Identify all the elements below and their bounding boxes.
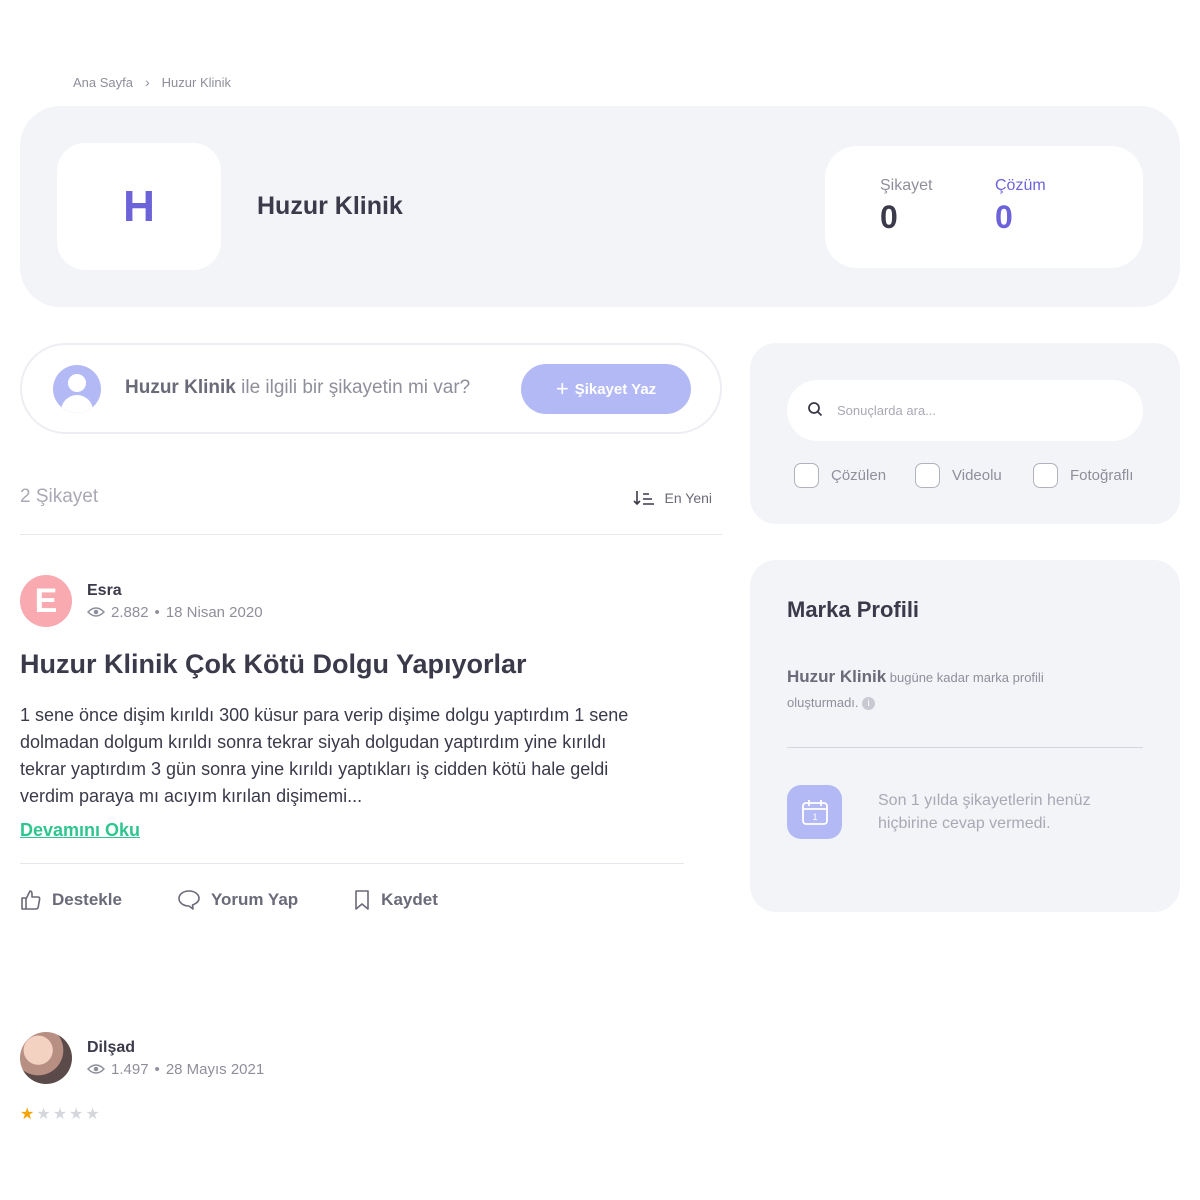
thumbs-up-icon (21, 890, 41, 910)
support-label: Destekle (52, 890, 122, 909)
comment-label: Yorum Yap (210, 890, 299, 909)
eye-icon (87, 1064, 105, 1074)
filter-video[interactable]: Videolu (915, 463, 1033, 488)
complaint-stat-label: Şikayet (880, 177, 933, 194)
complaint-stat-value: 0 (880, 199, 898, 235)
post-date: 28 Mayıs 2021 (165, 1060, 265, 1078)
divider (20, 863, 684, 864)
complaint-post: E Esra 2.882 • 18 Nisan 2020 Huzur Klini… (20, 575, 684, 911)
star-icon: ★ (20, 1106, 35, 1123)
response-note: Son 1 yılda şikayetlerin henüz hiçbirine… (878, 792, 1091, 832)
filter-group: Çözülen Videolu Fotoğraflı (794, 463, 1133, 488)
solution-stat-label: Çözüm (995, 177, 1046, 194)
filter-photo[interactable]: Fotoğraflı (1033, 463, 1133, 488)
plus-icon: + (555, 376, 569, 401)
post-author: E Esra 2.882 • 18 Nisan 2020 (20, 575, 684, 627)
brand-name: Huzur Klinik (257, 192, 403, 220)
star-rating: ★ ★ ★ ★ ★ (20, 1104, 264, 1124)
star-icon: ★ (69, 1106, 84, 1123)
info-icon[interactable]: i (862, 697, 876, 711)
star-icon: ★ (85, 1106, 100, 1123)
avatar[interactable] (20, 1032, 72, 1084)
brand-header: H Huzur Klinik Şikayet 0 Çözüm 0 (20, 106, 1180, 307)
save-button[interactable]: Kaydet (353, 889, 438, 911)
complaint-stat: Şikayet 0 (880, 177, 932, 236)
solution-stat: Çözüm 0 (995, 177, 1046, 236)
brand-profile-panel: Marka Profili Huzur Klinik bugüne kadar … (750, 560, 1180, 912)
write-complaint-button-label: Şikayet Yaz (574, 380, 657, 398)
star-icon: ★ (36, 1106, 51, 1123)
filter-solved-checkbox[interactable] (794, 463, 819, 488)
post-stats: 1.497 • 28 Mayıs 2021 (87, 1061, 264, 1078)
divider (787, 747, 1143, 748)
eye-icon (87, 607, 105, 617)
view-count: 1.497 (111, 1060, 149, 1078)
filter-solved[interactable]: Çözülen (794, 463, 915, 488)
post-meta: Esra 2.882 • 18 Nisan 2020 (87, 582, 263, 621)
author-name[interactable]: Esra (87, 582, 263, 600)
post-body: 1 sene önce dişim kırıldı 300 küsur para… (20, 705, 629, 806)
sort-icon (632, 491, 654, 506)
chevron-right-icon: › (145, 74, 150, 90)
search-icon (808, 402, 823, 417)
post-actions: Destekle Yorum Yap Kaydet (20, 889, 684, 911)
breadcrumb-current[interactable]: Huzur Klinik (162, 75, 231, 90)
filter-solved-label: Çözülen (831, 467, 887, 484)
read-more-link[interactable]: Devamını Oku (20, 820, 140, 841)
complaint-count: 2 Şikayet (20, 486, 99, 507)
write-complaint-question: ile ilgili bir şikayetin mi var? (235, 377, 471, 398)
solution-stat-value: 0 (995, 199, 1013, 235)
brand-profile-description: Huzur Klinik bugüne kadar marka profili … (787, 664, 1117, 715)
post-stats: 2.882 • 18 Nisan 2020 (87, 604, 263, 621)
comment-button[interactable]: Yorum Yap (177, 889, 298, 911)
write-complaint-brand: Huzur Klinik (125, 377, 236, 398)
brand-stats: Şikayet 0 Çözüm 0 (825, 146, 1143, 268)
post-meta: Dilşad 1.497 • 28 Mayıs 2021 (87, 1039, 264, 1078)
filter-photo-label: Fotoğraflı (1070, 467, 1134, 484)
meta-separator: • (154, 603, 160, 621)
sort-dropdown[interactable]: En Yeni (632, 490, 713, 506)
search-panel: Çözülen Videolu Fotoğraflı (750, 343, 1180, 524)
calendar-day: 1 (812, 812, 817, 822)
write-complaint-text: Huzur Klinik ile ilgili bir şikayetin mi… (125, 377, 470, 399)
save-label: Kaydet (381, 890, 438, 909)
complaint-list-header: 2 Şikayet En Yeni (20, 486, 722, 535)
star-icon: ★ (52, 1106, 68, 1123)
brand-logo: H (57, 143, 221, 270)
post-date: 18 Nisan 2020 (165, 603, 263, 621)
filter-video-checkbox[interactable] (915, 463, 940, 488)
author-name[interactable]: Dilşad (87, 1039, 264, 1057)
user-avatar-icon (53, 365, 101, 413)
complaint-post: Dilşad 1.497 • 28 Mayıs 2021 ★ ★ ★ ★ ★ (20, 1032, 264, 1124)
comment-icon (178, 890, 200, 910)
post-title[interactable]: Huzur Klinik Çok Kötü Dolgu Yapıyorlar (20, 649, 684, 680)
filter-video-label: Videolu (952, 467, 1002, 484)
write-complaint-button[interactable]: + Şikayet Yaz (521, 364, 691, 414)
calendar-icon: 1 (787, 785, 842, 839)
post-author: Dilşad 1.497 • 28 Mayıs 2021 (20, 1032, 264, 1084)
sort-label: En Yeni (664, 490, 713, 506)
search-box[interactable] (787, 380, 1143, 441)
search-input[interactable] (837, 398, 1127, 422)
breadcrumb: Ana Sayfa › Huzur Klinik (73, 74, 231, 90)
bookmark-icon (355, 890, 369, 910)
support-button[interactable]: Destekle (20, 889, 122, 911)
breadcrumb-home-link[interactable]: Ana Sayfa (73, 75, 133, 90)
view-count: 2.882 (111, 603, 149, 621)
brand-profile-brand: Huzur Klinik (787, 667, 887, 686)
write-complaint-prompt[interactable]: Huzur Klinik ile ilgili bir şikayetin mi… (20, 343, 722, 434)
avatar[interactable]: E (20, 575, 72, 627)
meta-separator: • (154, 1060, 160, 1078)
brand-profile-title: Marka Profili (787, 597, 920, 622)
filter-photo-checkbox[interactable] (1033, 463, 1058, 488)
